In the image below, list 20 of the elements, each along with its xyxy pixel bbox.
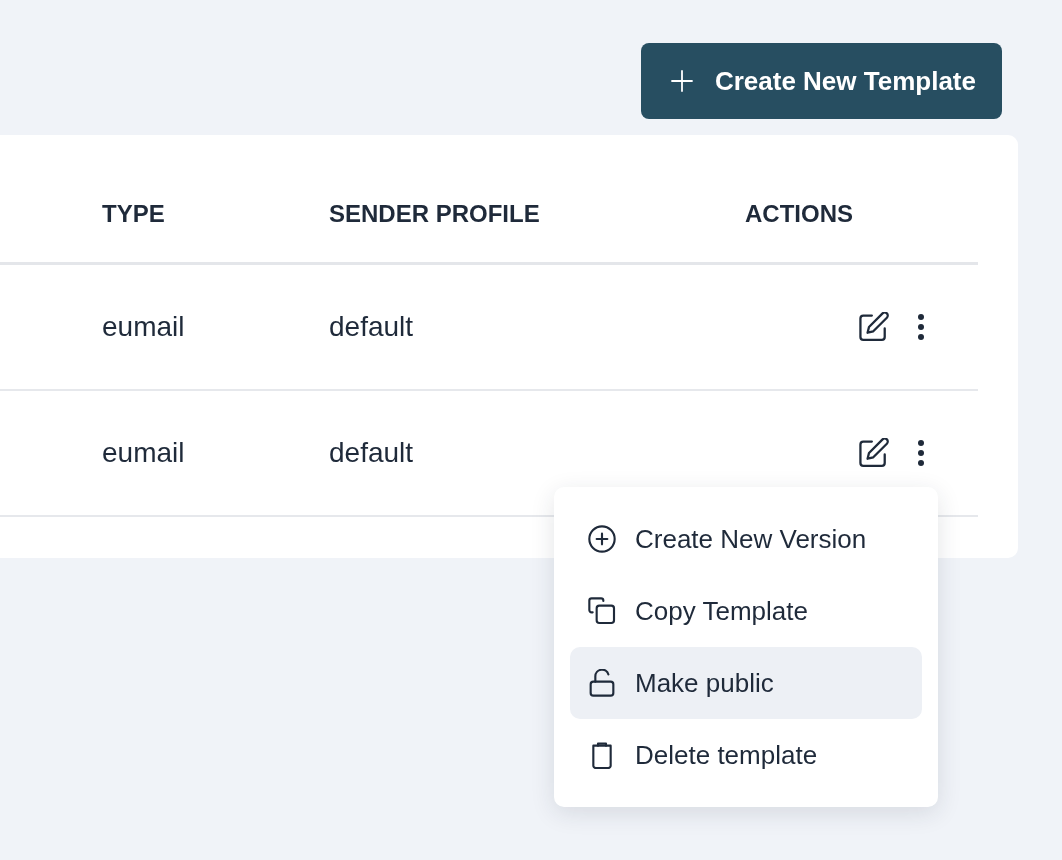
- plus-icon: [670, 70, 693, 92]
- unlocked-padlock-icon: [588, 669, 616, 697]
- edit-icon[interactable]: [859, 312, 889, 342]
- column-header: ACTIONS: [745, 200, 853, 228]
- copy-icon: [588, 597, 616, 625]
- menu-item[interactable]: Copy Template: [570, 575, 922, 647]
- edit-icon[interactable]: [859, 438, 889, 468]
- create-template-button[interactable]: Create New Template: [640, 43, 1002, 119]
- table-cell: default: [329, 437, 414, 469]
- menu-item[interactable]: Create New Version: [570, 503, 922, 575]
- table-cell: eumail: [102, 437, 185, 469]
- menu-item[interactable]: Make public: [570, 647, 922, 719]
- table-cell: eumail: [102, 311, 185, 343]
- menu-item[interactable]: Delete template: [570, 719, 922, 791]
- column-header: TYPE: [102, 200, 165, 228]
- kebab-menu-icon[interactable]: [917, 439, 925, 467]
- plus-circle-icon: [588, 525, 616, 553]
- kebab-menu-icon[interactable]: [917, 313, 925, 341]
- column-header: SENDER PROFILE: [329, 200, 540, 228]
- table-cell: default: [329, 311, 414, 343]
